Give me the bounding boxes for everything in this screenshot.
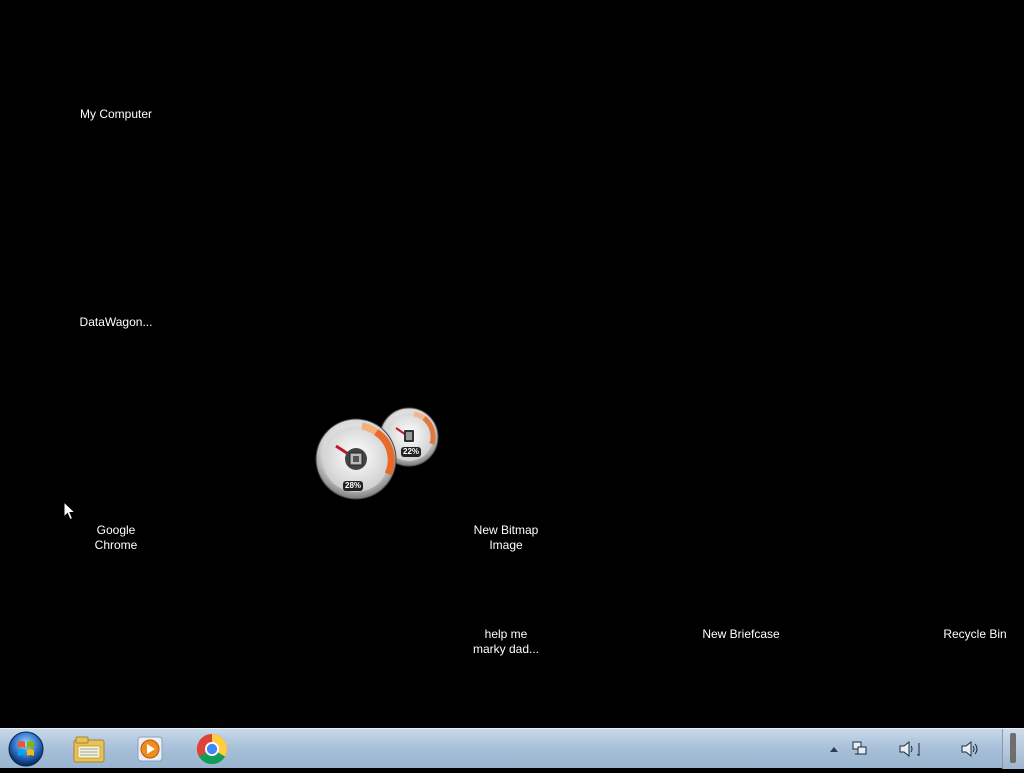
show-hidden-icons-arrow-icon <box>830 747 838 752</box>
volume-tray-button[interactable] <box>898 739 924 759</box>
cpu-meter-gadget[interactable]: 28% 22% <box>314 404 442 504</box>
show-hidden-icons-button[interactable] <box>824 739 844 759</box>
desktop-icon-label-line2: Image <box>489 538 523 552</box>
desktop-icon-label-line2: Chrome <box>94 538 138 552</box>
volume-tray-button-2[interactable] <box>960 739 980 759</box>
desktop-icon-label-line1: help me <box>484 627 528 641</box>
windows-explorer-icon <box>73 736 105 763</box>
desktop-icon-label: Google Chrome <box>68 522 164 554</box>
memory-usage-readout: 22% <box>401 447 422 457</box>
recycle-bin-icon[interactable]: Recycle Bin <box>927 626 1023 643</box>
new-bitmap-image-icon[interactable]: New Bitmap Image <box>458 522 554 554</box>
desktop-icon-label-line1: Google <box>96 523 136 537</box>
desktop-icon-label: New Bitmap Image <box>458 522 554 554</box>
desktop-icon-label: Recycle Bin <box>943 627 1007 641</box>
volume-icon <box>899 740 920 758</box>
volume-icon <box>961 740 978 758</box>
taskbar <box>0 728 1024 769</box>
system-tray <box>810 729 1000 769</box>
desktop-icon-label-line2: marky dad... <box>472 642 540 656</box>
my-computer-icon[interactable]: My Computer <box>68 106 164 123</box>
new-briefcase-icon[interactable]: New Briefcase <box>693 626 789 643</box>
network-icon <box>852 741 867 755</box>
taskbar-chrome-button[interactable] <box>184 731 240 767</box>
desktop-icon-label: DataWagon... <box>79 315 153 329</box>
desktop[interactable]: My Computer DataWagon... Google Chrome N… <box>0 0 1024 728</box>
datawagon-shortcut-icon[interactable]: DataWagon... <box>68 314 164 331</box>
google-chrome-shortcut-icon[interactable]: Google Chrome <box>68 522 164 554</box>
help-me-marky-dad-icon[interactable]: help me marky dad... <box>458 626 554 658</box>
desktop-icon-label: help me marky dad... <box>458 626 554 658</box>
media-player-icon <box>137 736 163 762</box>
desktop-icon-label: My Computer <box>79 107 153 121</box>
cpu-usage-readout: 28% <box>343 481 364 491</box>
start-button[interactable] <box>6 730 46 768</box>
desktop-icon-label-line1: New Bitmap <box>473 523 539 537</box>
cpu-meter-gadget-graphic <box>315 407 439 500</box>
mouse-cursor-icon <box>63 501 77 521</box>
desktop-icon-label: New Briefcase <box>702 627 780 641</box>
google-chrome-icon <box>196 734 228 765</box>
network-tray-button[interactable] <box>850 739 870 759</box>
taskbar-media-player-button[interactable] <box>122 731 178 767</box>
windows-orb-icon <box>8 731 44 767</box>
show-desktop-button[interactable] <box>1002 729 1024 769</box>
taskbar-explorer-button[interactable] <box>61 731 117 767</box>
